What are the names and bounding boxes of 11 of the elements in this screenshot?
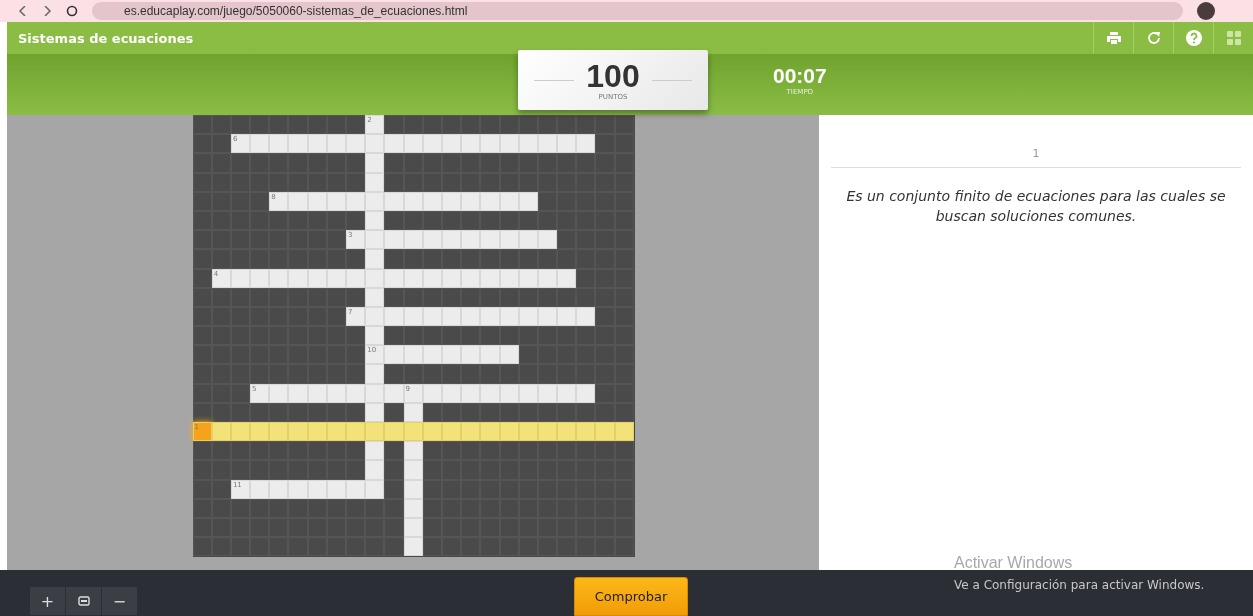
- activation-text: Ve a Configuración para activar Windows.: [954, 578, 1205, 592]
- address-bar[interactable]: es.educaplay.com/juego/5050060-sistemas_de_ecuaciones.html: [92, 2, 1183, 20]
- game-title: Sistemas de ecuaciones: [17, 30, 194, 46]
- zoom-in-button[interactable]: +: [30, 587, 66, 615]
- timer-value: 00:07: [773, 64, 827, 88]
- activation-title: Activar Windows: [954, 554, 1074, 572]
- clue-text: Es un conjunto finito de ecuaciones para las cuales se buscan soluciones comunes.: [845, 187, 1227, 226]
- zoom-out-button[interactable]: −: [102, 587, 138, 615]
- score-value: 100: [586, 59, 640, 93]
- check-button[interactable]: Comprobar: [574, 577, 688, 616]
- clue-number: 1: [831, 147, 1241, 168]
